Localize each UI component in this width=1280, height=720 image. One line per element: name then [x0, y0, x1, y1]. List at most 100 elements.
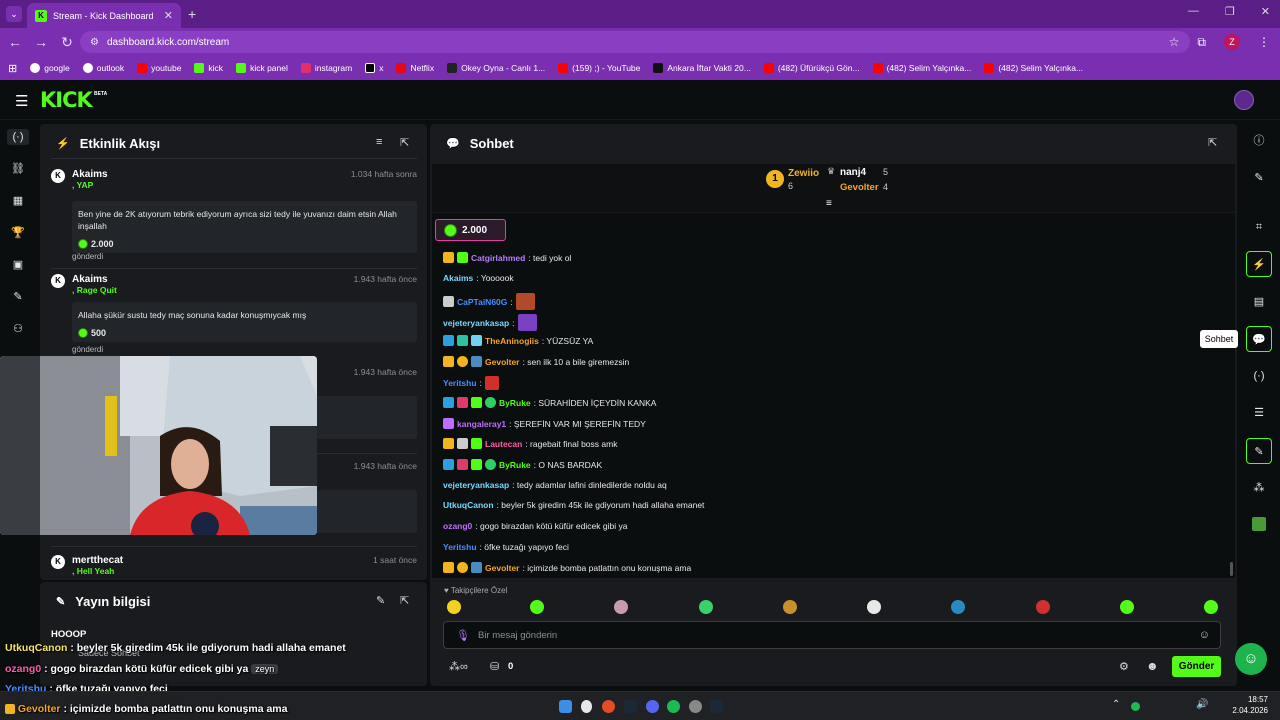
store-icon[interactable]: ⛁ — [490, 660, 499, 673]
video-icon[interactable]: ▣ — [10, 257, 26, 273]
emote-picker-icon[interactable]: ☻ — [1146, 659, 1159, 673]
activity-toggle-icon[interactable]: ⚡ — [1246, 251, 1272, 277]
bookmark-netflix[interactable]: Netflix — [396, 63, 434, 73]
chrome-icon[interactable] — [602, 700, 615, 713]
bookmark-star-icon[interactable]: ☆ — [1169, 35, 1180, 49]
chat-scrollbar[interactable] — [1230, 562, 1233, 576]
extension-icon[interactable] — [1246, 511, 1272, 537]
search-icon[interactable] — [581, 700, 592, 713]
filter-icon[interactable]: ≡ — [376, 136, 382, 148]
stream-icon[interactable]: (·) — [7, 129, 29, 145]
reload-icon[interactable]: ↻ — [54, 34, 80, 51]
tray-chevron-icon[interactable]: ⌃ — [1112, 699, 1120, 710]
leader-first-name[interactable]: Zewiio — [788, 168, 819, 179]
wrench-toggle-icon[interactable]: ✎ — [1246, 438, 1272, 464]
crop-icon[interactable]: ⌗ — [1246, 214, 1272, 240]
steam-icon-2[interactable] — [710, 700, 723, 713]
notes-icon[interactable]: ▤ — [1246, 289, 1272, 315]
bookmark-okey[interactable]: Okey Oyna - Canlı 1... — [447, 63, 545, 73]
start-icon[interactable] — [559, 700, 572, 713]
pinned-kicks-banner[interactable]: 2.000 — [435, 219, 506, 241]
kick-logo[interactable]: KICK — [40, 88, 93, 112]
popout-icon[interactable]: ⇱ — [400, 136, 409, 149]
chat-input[interactable]: 🎙 Bir mesaj gönderin ☺ — [443, 621, 1221, 649]
edit-stream-icon[interactable]: ✎ — [376, 594, 385, 607]
leader-third-name[interactable]: Gevolter — [840, 182, 879, 193]
feed-time: 1.943 hafta önce — [353, 367, 417, 377]
feed-username[interactable]: mertthecat — [72, 555, 123, 566]
bookmark-yt-4[interactable]: (482) Selim Yalçınka... — [872, 63, 971, 73]
stream-info-popout-icon[interactable]: ⇱ — [400, 594, 409, 607]
close-window-icon[interactable]: ✕ — [1261, 5, 1270, 18]
emote-icon[interactable] — [951, 600, 965, 614]
emote-icon[interactable] — [530, 600, 544, 614]
minimize-icon[interactable]: — — [1188, 5, 1199, 18]
bookmark-kick[interactable]: kick — [194, 63, 223, 73]
floating-action-icon[interactable]: ☺ — [1235, 643, 1267, 675]
emote-icon[interactable] — [1204, 600, 1218, 614]
forward-icon[interactable]: → — [28, 34, 54, 50]
bookmark-instagram[interactable]: instagram — [300, 63, 352, 73]
chat-toggle-icon[interactable]: 💬 — [1246, 326, 1272, 352]
extensions-icon[interactable]: ⧉ — [1197, 35, 1206, 50]
community-icon[interactable]: ⚇ — [10, 321, 26, 337]
site-info-icon[interactable]: ⚙ — [90, 37, 99, 48]
feed-username[interactable]: Akaims — [72, 169, 108, 180]
tab-search-icon[interactable]: ⌄ — [6, 6, 22, 22]
link-icon[interactable]: ⛓ — [10, 161, 26, 177]
bookmark-outlook[interactable]: outlook — [82, 63, 124, 73]
share-icon[interactable]: ⁂ — [1246, 475, 1272, 501]
app-icon[interactable] — [689, 700, 702, 713]
speaker-icon[interactable]: 🔊 — [1196, 699, 1208, 710]
restore-icon[interactable]: ❐ — [1225, 5, 1235, 18]
new-tab-icon[interactable]: + — [188, 6, 196, 22]
bookmark-yt-3[interactable]: (482) Üfürükçü Gön... — [763, 63, 860, 73]
bookmark-youtube-2[interactable]: (159) ;) - YouTube — [558, 63, 640, 73]
emote-icon[interactable] — [1120, 600, 1134, 614]
emote-icon[interactable] — [867, 600, 881, 614]
leader-second-name[interactable]: nanj4 — [840, 167, 866, 178]
webcam-overlay[interactable] — [0, 356, 317, 535]
edit-icon[interactable]: ✎ — [1246, 165, 1272, 191]
emote-icon[interactable] — [447, 600, 461, 614]
expand-leaderboard-icon[interactable]: ≡ — [826, 198, 832, 209]
broadcast-icon[interactable]: (·) — [1246, 363, 1272, 389]
chat-popout-icon[interactable]: ⇱ — [1208, 136, 1217, 149]
apps-icon[interactable]: ⊞ — [8, 62, 17, 75]
trophy-icon[interactable]: 🏆 — [10, 225, 26, 241]
tools-icon[interactable]: ✎ — [10, 289, 26, 305]
profile-avatar[interactable]: Z — [1224, 34, 1240, 50]
close-tab-icon[interactable]: ✕ — [164, 9, 173, 22]
channel-points-icon[interactable]: ⁂∞ — [449, 660, 468, 673]
back-icon[interactable]: ← — [2, 34, 28, 50]
user-avatar[interactable] — [1234, 90, 1254, 110]
chat-settings-icon[interactable]: ⚙ — [1119, 660, 1129, 673]
emote-icon[interactable] — [1036, 600, 1050, 614]
bookmark-youtube[interactable]: youtube — [137, 63, 181, 73]
info-icon[interactable]: ⓘ — [1246, 128, 1272, 154]
browser-menu-icon[interactable]: ⋮ — [1258, 35, 1270, 49]
analytics-icon[interactable]: ▦ — [10, 193, 26, 209]
bookmark-google[interactable]: google — [30, 63, 70, 73]
emoji-picker-icon[interactable]: ☺ — [1199, 629, 1210, 641]
menu-icon[interactable]: ☰ — [15, 92, 28, 110]
emote-icon[interactable] — [699, 600, 713, 614]
bookmark-iftar[interactable]: Ankara İftar Vakti 20... — [653, 63, 751, 73]
bookmark-yt-5[interactable]: (482) Selim Yalçınka... — [984, 63, 1083, 73]
kick-badge-icon: K — [51, 169, 65, 183]
emote-icon[interactable] — [783, 600, 797, 614]
queue-icon[interactable]: ☰ — [1246, 400, 1272, 426]
url-field[interactable]: ⚙ dashboard.kick.com/stream — [80, 31, 1190, 53]
mic-icon[interactable]: 🎙 — [456, 629, 470, 642]
bookmark-x[interactable]: x — [365, 63, 383, 73]
feed-username[interactable]: Akaims — [72, 274, 117, 285]
bookmark-kick-panel[interactable]: kick panel — [236, 63, 288, 73]
spotify-icon[interactable] — [667, 700, 680, 713]
emote-icon[interactable] — [614, 600, 628, 614]
tray-app-icon[interactable] — [1131, 702, 1140, 711]
discord-icon[interactable] — [646, 700, 659, 713]
browser-tab[interactable]: K Stream - Kick Dashboard ✕ — [27, 3, 181, 28]
send-button[interactable]: Gönder — [1172, 656, 1221, 677]
steam-icon[interactable] — [624, 700, 637, 713]
chat-message: Gevolter: sen ilk 10 a bile giremezsin — [443, 356, 629, 367]
